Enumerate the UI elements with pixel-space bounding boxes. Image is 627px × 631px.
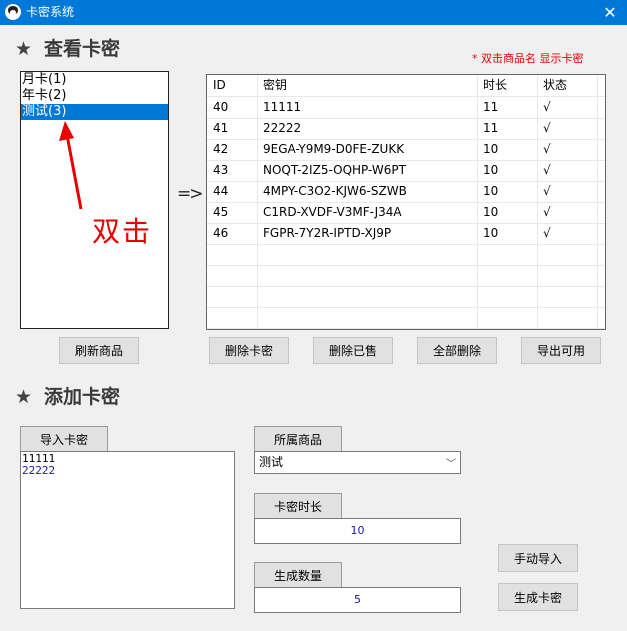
quantity-label: 生成数量 xyxy=(254,562,342,588)
cell-id: 42 xyxy=(213,142,229,156)
window-title: 卡密系统 xyxy=(26,5,75,19)
column-header-key[interactable]: 密钥 xyxy=(257,75,287,96)
app-icon xyxy=(5,4,21,20)
table-row[interactable]: 41 22222 11 √ xyxy=(207,118,605,140)
table-row-empty xyxy=(207,286,605,308)
product-item-test[interactable]: 测试(3) xyxy=(21,104,168,120)
cell-duration: 10 xyxy=(483,163,499,177)
quantity-input[interactable]: 5 xyxy=(254,587,461,613)
product-item-yearly[interactable]: 年卡(2) xyxy=(21,88,168,104)
cell-status: √ xyxy=(543,205,551,219)
delete-sold-button[interactable]: 删除已售 xyxy=(313,337,393,364)
table-row-empty xyxy=(207,244,605,266)
chevron-down-icon: ﹀ xyxy=(446,459,456,470)
duration-input[interactable]: 10 xyxy=(254,518,461,544)
table-row[interactable]: 42 9EGA-Y9M9-D0FE-ZUKK 10 √ xyxy=(207,139,605,161)
star-icon: ★ xyxy=(15,38,33,60)
import-line: 22222 xyxy=(22,464,56,477)
column-header-id[interactable]: ID xyxy=(207,75,226,96)
table-header-row: ID 密钥 时长 状态 xyxy=(207,75,605,97)
cell-id: 41 xyxy=(213,121,229,135)
table-row-empty xyxy=(207,265,605,287)
product-list[interactable]: 月卡(1) 年卡(2) 测试(3) xyxy=(20,71,169,329)
table-row[interactable]: 40 11111 11 √ xyxy=(207,97,605,119)
product-select[interactable]: 测试 ﹀ xyxy=(254,451,461,474)
cell-id: 44 xyxy=(213,184,229,198)
cell-key: NOQT-2IZ5-OQHP-W6PT xyxy=(263,163,406,177)
star-icon: ★ xyxy=(15,386,33,408)
cell-status: √ xyxy=(543,184,551,198)
import-keys-textarea[interactable]: 11111 22222 xyxy=(20,451,235,609)
table-row[interactable]: 43 NOQT-2IZ5-OQHP-W6PT 10 √ xyxy=(207,160,605,182)
delete-all-button[interactable]: 全部删除 xyxy=(417,337,497,364)
product-item-monthly[interactable]: 月卡(1) xyxy=(21,72,168,88)
cell-status: √ xyxy=(543,163,551,177)
keys-table[interactable]: ID 密钥 时长 状态 40 11111 11 √ 41 22222 11 √ … xyxy=(206,74,606,330)
cell-duration: 10 xyxy=(483,142,499,156)
annotation-arrow-icon xyxy=(59,121,83,210)
view-section-title-text: 查看卡密 xyxy=(44,38,121,60)
double-click-hint: * 双击商品名 显示卡密 xyxy=(472,52,584,65)
cell-status: √ xyxy=(543,226,551,240)
cell-id: 46 xyxy=(213,226,229,240)
cell-id: 43 xyxy=(213,163,229,177)
cell-status: √ xyxy=(543,121,551,135)
delete-key-button[interactable]: 删除卡密 xyxy=(209,337,289,364)
cell-status: √ xyxy=(543,100,551,114)
cell-duration: 11 xyxy=(483,100,499,114)
import-keys-label: 导入卡密 xyxy=(20,426,108,452)
table-row[interactable]: 45 C1RD-XVDF-V3MF-J34A 10 √ xyxy=(207,202,605,224)
cell-id: 40 xyxy=(213,100,229,114)
cell-key: 9EGA-Y9M9-D0FE-ZUKK xyxy=(263,142,405,156)
double-click-annotation: 双击 xyxy=(92,215,153,248)
product-label: 所属商品 xyxy=(254,426,342,452)
title-bar: 卡密系统 ✕ xyxy=(0,0,627,25)
cell-key: C1RD-XVDF-V3MF-J34A xyxy=(263,205,402,219)
cell-duration: 11 xyxy=(483,121,499,135)
cell-status: √ xyxy=(543,142,551,156)
table-row[interactable]: 46 FGPR-7Y2R-IPTD-XJ9P 10 √ xyxy=(207,223,605,245)
cell-key: 4MPY-C3O2-KJW6-SZWB xyxy=(263,184,407,198)
duration-label: 卡密时长 xyxy=(254,493,342,519)
cell-duration: 10 xyxy=(483,205,499,219)
table-row[interactable]: 44 4MPY-C3O2-KJW6-SZWB 10 √ xyxy=(207,181,605,203)
generate-keys-button[interactable]: 生成卡密 xyxy=(498,583,578,611)
cell-duration: 10 xyxy=(483,184,499,198)
add-section-title-text: 添加卡密 xyxy=(44,386,121,408)
column-header-duration[interactable]: 时长 xyxy=(477,75,507,96)
cell-key: FGPR-7Y2R-IPTD-XJ9P xyxy=(263,226,392,240)
add-section-title: ★ 添加卡密 xyxy=(15,386,120,408)
export-available-button[interactable]: 导出可用 xyxy=(521,337,601,364)
close-button[interactable]: ✕ xyxy=(598,3,622,22)
cell-duration: 10 xyxy=(483,226,499,240)
column-header-status[interactable]: 状态 xyxy=(537,75,567,96)
manual-import-button[interactable]: 手动导入 xyxy=(498,544,578,572)
cell-key: 11111 xyxy=(263,100,302,114)
goto-arrow: => xyxy=(177,184,203,204)
cell-id: 45 xyxy=(213,205,229,219)
table-row-empty xyxy=(207,307,605,329)
refresh-products-button[interactable]: 刷新商品 xyxy=(59,337,139,364)
cell-key: 22222 xyxy=(263,121,302,135)
view-section-title: ★ 查看卡密 xyxy=(15,38,120,60)
product-select-value: 测试 xyxy=(259,455,284,469)
